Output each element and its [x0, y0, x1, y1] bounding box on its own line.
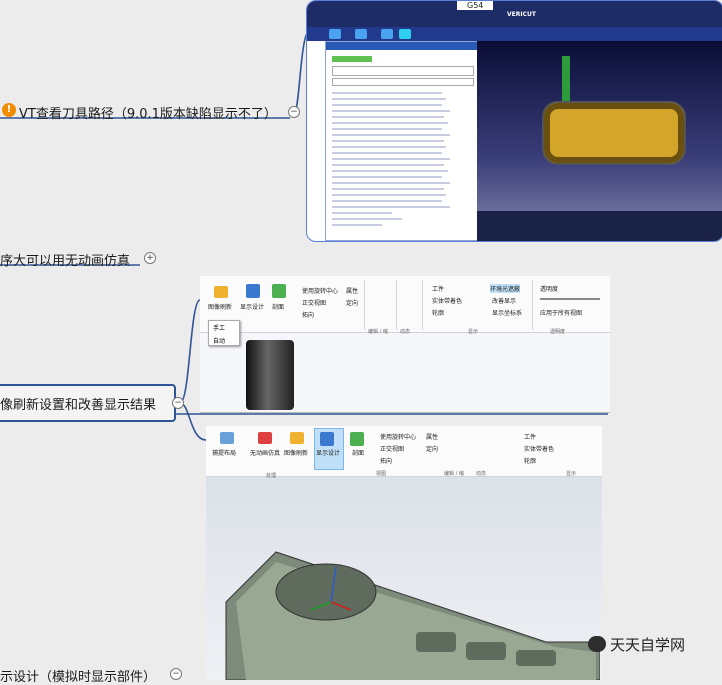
- wechat-icon: [588, 636, 606, 652]
- toolbar-icons: [332, 56, 372, 62]
- front-view-button[interactable]: 正交视图: [380, 444, 404, 453]
- group-edit-label: 编辑 / 缩: [368, 329, 388, 335]
- orient-button[interactable]: 定向: [346, 298, 358, 307]
- part-model: [246, 340, 294, 410]
- group-process-label: 处理: [266, 473, 277, 479]
- img-refresh-button[interactable]: 图像刷新: [284, 448, 308, 457]
- node-display-design[interactable]: 示设计（模拟时显示部件）: [0, 666, 156, 685]
- toolpath-button[interactable]: [399, 29, 411, 39]
- rotate-center-button[interactable]: 使用旋转中心: [380, 432, 416, 441]
- edge-dropdown[interactable]: 轮廓: [432, 308, 444, 317]
- transparency-label: 透明度: [540, 286, 559, 293]
- file-select[interactable]: [332, 78, 474, 86]
- vericut-logo: VERICUT: [507, 11, 536, 18]
- expand-button[interactable]: +: [144, 252, 156, 264]
- group-dynamic-label: 动态: [400, 329, 411, 335]
- node-vt-toolpath[interactable]: VT查看刀具路径（9.0.1版本缺陷显示不了）: [19, 103, 277, 122]
- toolpath-icon[interactable]: [381, 29, 393, 39]
- workpiece-dropdown[interactable]: 工件: [432, 284, 444, 293]
- zoom-button[interactable]: 拓向: [302, 310, 314, 319]
- machined-part-model: [225, 551, 600, 680]
- improve-display-button[interactable]: 改善显示: [492, 296, 516, 305]
- no-anim-sim-button[interactable]: 无动画仿真: [250, 448, 280, 457]
- attribute-button[interactable]: 属性: [346, 286, 358, 295]
- front-view-button[interactable]: 正交视图: [302, 298, 326, 307]
- cutting-tool: [562, 56, 570, 106]
- group-show-label: 显示: [566, 471, 577, 477]
- vericut-screenshot: G54 VERICUT: [306, 0, 722, 242]
- capture-layout-button[interactable]: 捕提布局: [212, 448, 236, 457]
- group-dynamic-label: 动态: [476, 471, 487, 477]
- section-button[interactable]: 剖面: [352, 448, 364, 457]
- group-edit-label: 编辑 / 缩: [444, 471, 464, 477]
- workpiece-with-toolpath: [542, 101, 686, 165]
- show-design-button[interactable]: 显示设计: [316, 448, 340, 457]
- solid-color-dropdown[interactable]: 实体带着色: [432, 296, 462, 305]
- search-input[interactable]: [332, 66, 474, 76]
- node-no-animation[interactable]: 序大可以用无动画仿真: [0, 250, 130, 269]
- show-design-button[interactable]: 显示设计: [240, 302, 264, 311]
- nc-program-dialog: [325, 41, 479, 241]
- collapse-button[interactable]: −: [172, 397, 184, 409]
- group-show-label: 显示: [468, 329, 479, 335]
- env-light-button[interactable]: 环境光遮蔽: [490, 284, 521, 293]
- workpiece-dropdown[interactable]: 工件: [524, 432, 536, 441]
- orient-button[interactable]: 定向: [426, 444, 438, 453]
- tool-icon[interactable]: [329, 29, 341, 39]
- collapse-button[interactable]: −: [288, 106, 300, 118]
- group-transparency-label: 透明度: [550, 329, 566, 335]
- tool-icon[interactable]: [355, 29, 367, 39]
- vericut-titlebar: G54 VERICUT: [307, 1, 722, 27]
- show-coord-button[interactable]: 显示坐标系: [492, 308, 522, 317]
- apply-all-checkbox[interactable]: 应用于所有视图: [540, 308, 582, 317]
- ribbon-screenshot-1: 图像刷新 显示设计 剖面 使用旋转中心 正交视图 拓向 属性 定向 编辑 / 缩…: [200, 276, 610, 413]
- watermark-text: 天天自学网: [610, 636, 686, 654]
- transparency-slider[interactable]: [540, 298, 600, 300]
- img-refresh-button[interactable]: 图像刷新: [208, 302, 232, 311]
- group-view-label: 视图: [376, 471, 387, 477]
- node-refresh-settings[interactable]: 像刷新设置和改善显示结果: [0, 394, 156, 413]
- edge-dropdown[interactable]: 轮廓: [524, 456, 536, 465]
- menu-item-manual[interactable]: 手工: [209, 321, 239, 334]
- menu-item-auto[interactable]: 自动: [209, 334, 239, 347]
- section-button[interactable]: 剖面: [272, 302, 284, 311]
- warning-icon: !: [2, 103, 16, 117]
- refresh-dropdown-menu: 手工 自动: [208, 320, 240, 346]
- ribbon-toolbar: 捕提布局 无动画仿真 图像刷新 处理 显示设计 剖面 使用旋转中心 正交视图 拓…: [206, 426, 602, 479]
- rotate-center-button[interactable]: 使用旋转中心: [302, 286, 338, 295]
- zoom-button[interactable]: 拓向: [380, 456, 392, 465]
- vericut-toolbar: [307, 27, 722, 41]
- attribute-button[interactable]: 属性: [426, 432, 438, 441]
- g54-label: G54: [457, 1, 494, 10]
- ribbon-screenshot-2: 捕提布局 无动画仿真 图像刷新 处理 显示设计 剖面 使用旋转中心 正交视图 拓…: [206, 426, 602, 680]
- solid-color-dropdown[interactable]: 实体带着色: [524, 444, 554, 453]
- status-bar: [477, 211, 722, 241]
- collapse-button[interactable]: −: [170, 668, 182, 680]
- ribbon-toolbar: 图像刷新 显示设计 剖面 使用旋转中心 正交视图 拓向 属性 定向 编辑 / 缩…: [200, 276, 610, 335]
